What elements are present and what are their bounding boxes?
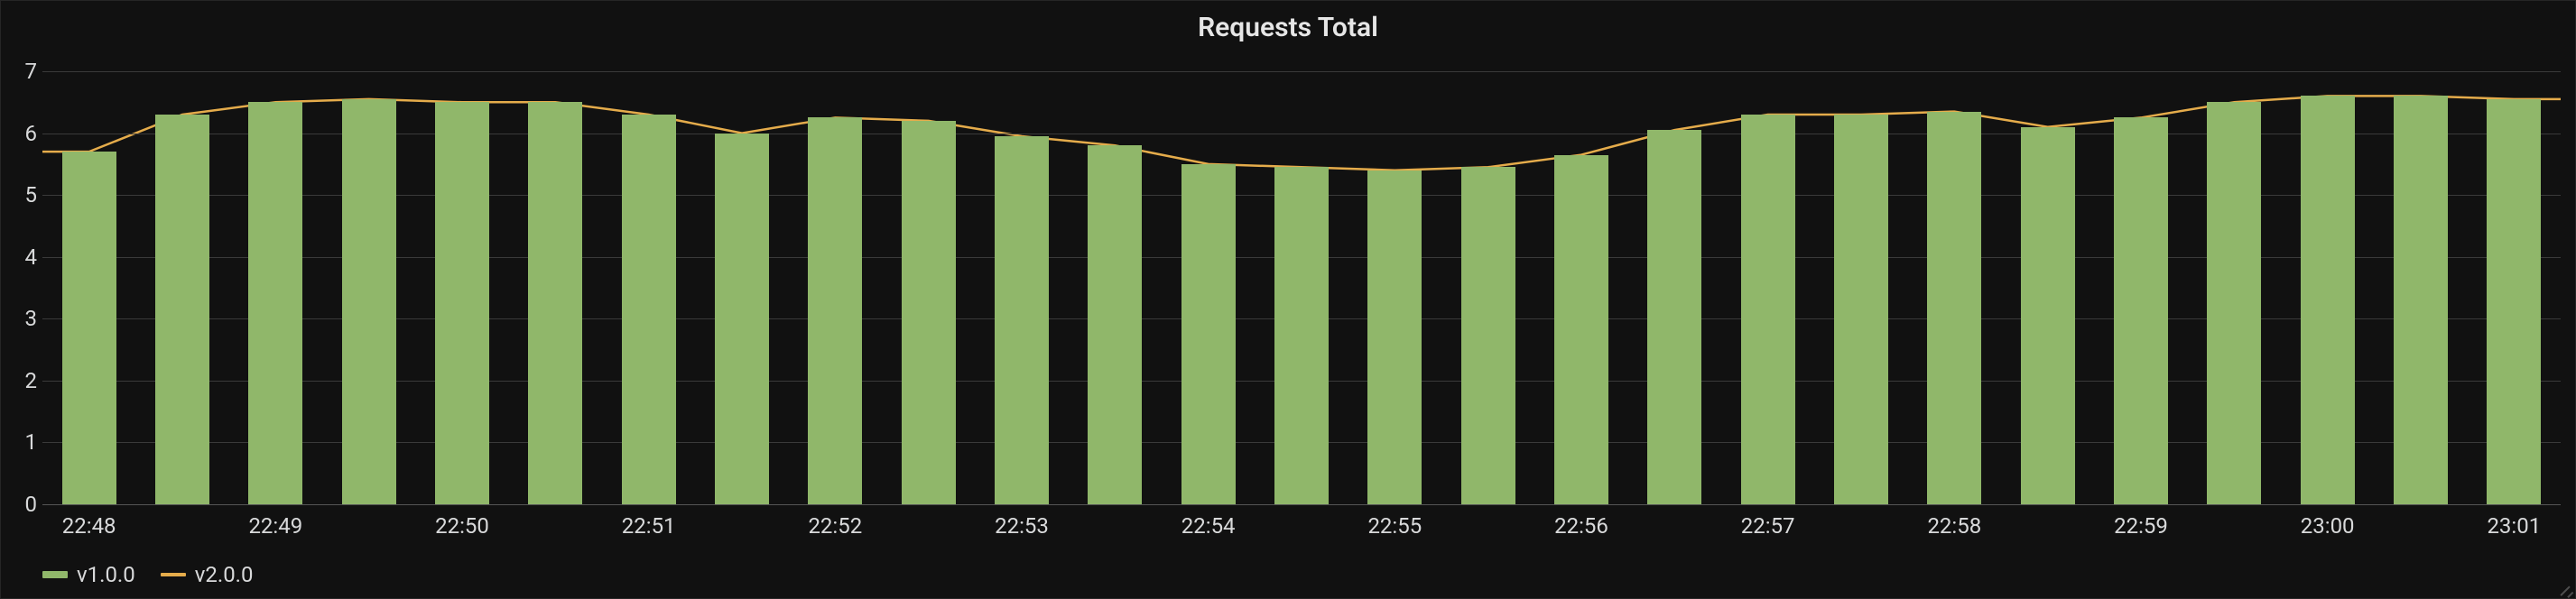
bar[interactable]: [1741, 115, 1795, 504]
resize-handle-icon[interactable]: [2555, 578, 2571, 594]
bar[interactable]: [62, 152, 116, 504]
bar[interactable]: [1647, 130, 1701, 504]
bar[interactable]: [715, 134, 769, 504]
bar[interactable]: [995, 136, 1049, 504]
bar[interactable]: [1554, 155, 1608, 504]
bar[interactable]: [808, 117, 862, 504]
x-tick-label: 22:55: [1367, 513, 1422, 539]
bar[interactable]: [2487, 99, 2541, 504]
chart-panel: Requests Total 0 1 2 3 4 5 6 7 22:48 22:49 22:50 2…: [0, 0, 2576, 599]
legend: v1.0.0 v2.0.0: [42, 557, 254, 593]
bar[interactable]: [1367, 170, 1422, 504]
y-tick-label: 2: [1, 368, 37, 393]
bar[interactable]: [528, 102, 582, 504]
x-tick-label: 22:50: [435, 513, 489, 539]
bar[interactable]: [155, 115, 209, 504]
plot-area[interactable]: [42, 71, 2561, 504]
bar[interactable]: [1834, 115, 1888, 504]
gridline: [42, 71, 2561, 72]
x-tick-label: 22:52: [808, 513, 862, 539]
legend-item-v1[interactable]: v1.0.0: [42, 562, 135, 587]
legend-label-v2: v2.0.0: [195, 562, 254, 587]
legend-swatch-line-icon: [161, 573, 186, 576]
bar[interactable]: [2301, 96, 2355, 504]
bar[interactable]: [622, 115, 676, 504]
x-tick-label: 22:59: [2114, 513, 2168, 539]
x-axis-line: [42, 504, 2561, 505]
bar[interactable]: [2114, 117, 2168, 504]
panel-title[interactable]: Requests Total: [1, 1, 2575, 53]
y-tick-label: 5: [1, 182, 37, 207]
plot-frame: 0 1 2 3 4 5 6 7 22:48 22:49 22:50 22:51 22:52 22:53 2…: [1, 53, 2576, 546]
bar[interactable]: [2021, 127, 2075, 504]
bar[interactable]: [1274, 167, 1329, 504]
x-tick-label: 22:53: [995, 513, 1049, 539]
y-tick-label: 0: [1, 492, 37, 517]
x-tick-label: 22:49: [248, 513, 302, 539]
legend-item-v2[interactable]: v2.0.0: [161, 562, 254, 587]
bar[interactable]: [1927, 112, 1981, 504]
x-tick-label: 22:56: [1554, 513, 1608, 539]
x-tick-label: 23:01: [2487, 513, 2541, 539]
bar[interactable]: [2207, 102, 2261, 504]
x-tick-label: 23:00: [2301, 513, 2355, 539]
x-tick-label: 22:51: [622, 513, 676, 539]
y-tick-label: 6: [1, 121, 37, 146]
legend-label-v1: v1.0.0: [77, 562, 135, 587]
bar[interactable]: [1461, 167, 1515, 504]
bar[interactable]: [902, 121, 956, 504]
bar[interactable]: [2394, 96, 2448, 504]
y-tick-label: 1: [1, 429, 37, 455]
y-tick-label: 4: [1, 244, 37, 270]
bar[interactable]: [1088, 145, 1142, 504]
bar[interactable]: [435, 102, 489, 504]
bar[interactable]: [248, 102, 302, 504]
x-tick-label: 22:48: [62, 513, 116, 539]
x-tick-label: 22:57: [1741, 513, 1795, 539]
bar[interactable]: [1181, 164, 1236, 504]
y-tick-label: 3: [1, 306, 37, 331]
legend-swatch-bar-icon: [42, 571, 68, 578]
x-tick-label: 22:58: [1927, 513, 1981, 539]
x-tick-label: 22:54: [1181, 513, 1236, 539]
y-tick-label: 7: [1, 59, 37, 84]
bar[interactable]: [342, 99, 396, 504]
